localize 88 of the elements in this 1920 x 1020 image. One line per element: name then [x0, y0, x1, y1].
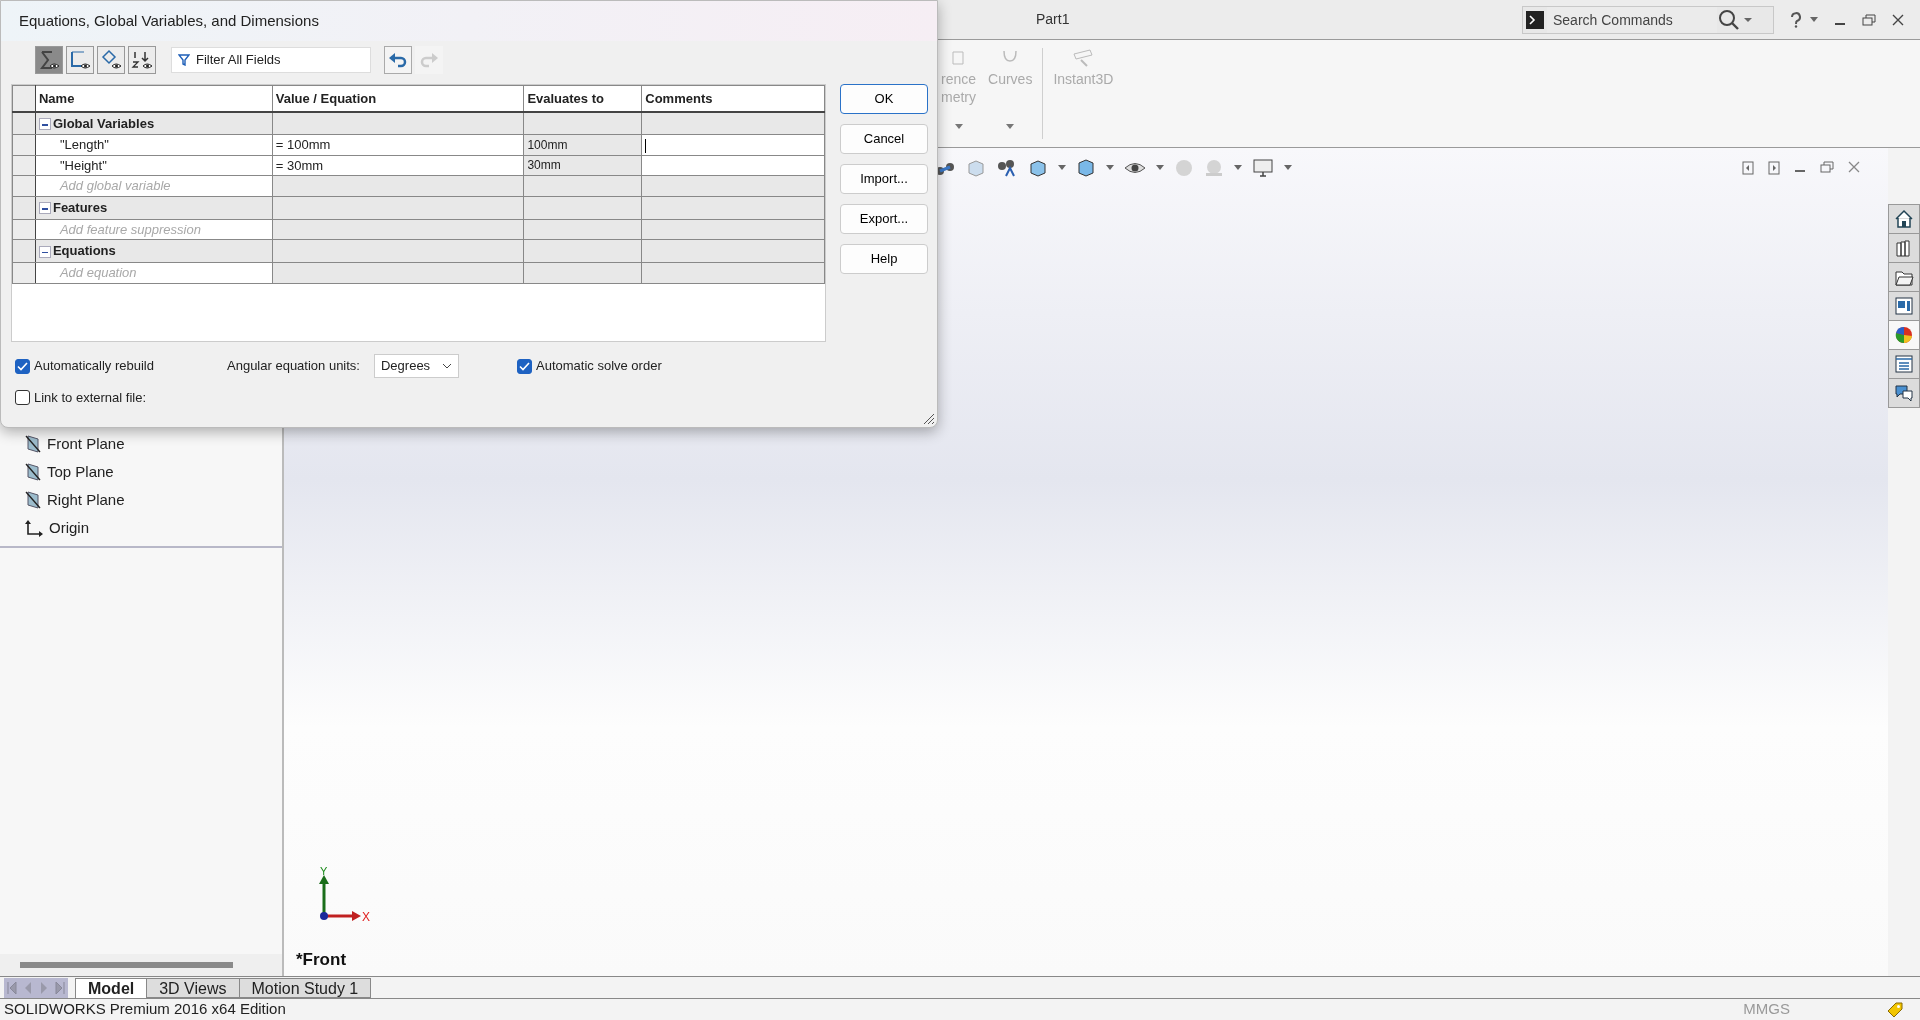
scrollbar-thumb[interactable]: [20, 962, 233, 968]
house-icon: [1894, 209, 1914, 229]
collapse-icon[interactable]: [38, 118, 51, 131]
undo-button[interactable]: [384, 45, 412, 74]
column-header[interactable]: Comments: [641, 85, 825, 112]
caret-icon[interactable]: [1284, 165, 1292, 170]
palette-icon: [1894, 296, 1914, 316]
dialog-button[interactable]: Cancel: [840, 124, 928, 154]
checkbox[interactable]: [15, 390, 30, 406]
task-pane-tab[interactable]: [1888, 204, 1920, 234]
caret-icon[interactable]: [954, 124, 963, 129]
dialog-title: Equations, Global Variables, and Dimensions: [19, 10, 319, 31]
caret-icon[interactable]: [1058, 165, 1066, 170]
caret-icon[interactable]: [1810, 17, 1818, 22]
checkbox-label: Automatically rebuild: [34, 357, 154, 376]
task-pane-tab[interactable]: [1888, 262, 1920, 292]
origin-icon: [25, 519, 43, 537]
checkbox-label: Link to external file:: [34, 389, 146, 407]
dialog-button[interactable]: Import...: [840, 164, 928, 194]
checkbox-label: Automatic solve order: [536, 357, 662, 376]
window-title: Part1: [1036, 10, 1070, 29]
section-title: Equations: [52, 243, 116, 259]
sketch-eye-icon: [69, 48, 91, 71]
tag-icon[interactable]: [1886, 1000, 1904, 1019]
tab[interactable]: Motion Study 1: [238, 978, 372, 998]
task-pane-tab[interactable]: [1888, 291, 1920, 321]
task-pane-tab[interactable]: [1888, 233, 1920, 263]
tab[interactable]: 3D Views: [146, 978, 240, 998]
column-header[interactable]: Name: [35, 85, 273, 112]
text-cursor: [645, 138, 647, 153]
filter-field[interactable]: Filter All Fields: [171, 46, 371, 73]
list-icon: [1894, 354, 1914, 374]
collapse-icon[interactable]: [38, 245, 51, 258]
dialog-button[interactable]: Help: [840, 244, 928, 274]
tree-item[interactable]: Top Plane: [47, 460, 114, 484]
plane-icon: [25, 463, 41, 481]
edition-text: SOLIDWORKS Premium 2016 x64 Edition: [3, 999, 286, 1020]
table-cell: "Length": [35, 134, 273, 155]
task-pane-tab[interactable]: [1888, 378, 1920, 408]
chevron-down-icon: [442, 363, 453, 369]
table-cell: = 30mm: [272, 155, 524, 176]
column-header[interactable]: Value / Equation: [272, 85, 524, 112]
field-label: Angular equation units:: [227, 357, 360, 376]
sigma-eye-icon: [38, 48, 60, 71]
plane-icon: [25, 491, 41, 509]
checkbox[interactable]: [15, 358, 30, 374]
tree-item[interactable]: Front Plane: [47, 432, 125, 456]
panel-left-icon[interactable]: [1742, 160, 1754, 175]
restore-icon[interactable]: [1820, 160, 1834, 173]
dialog-button[interactable]: OK: [840, 84, 928, 114]
view-toggle-button[interactable]: [35, 45, 63, 74]
funnel-icon: [178, 53, 190, 66]
caret-icon[interactable]: [1743, 16, 1753, 23]
tab[interactable]: Model: [75, 978, 148, 998]
view-toggle-button[interactable]: [128, 45, 156, 74]
table-cell: = 100mm: [272, 134, 524, 155]
view-toggle-button[interactable]: [66, 45, 94, 74]
column-header[interactable]: Evaluates to: [523, 85, 642, 112]
resize-grip-icon[interactable]: [923, 413, 935, 425]
view-name-label: *Front: [295, 948, 347, 971]
caret-icon[interactable]: [1006, 124, 1015, 129]
axis-triad-drawing: Y X: [318, 864, 378, 928]
search-bar[interactable]: Search Commands: [1522, 5, 1774, 34]
view-toggle-button[interactable]: [97, 45, 125, 74]
section-title: Features: [52, 199, 108, 215]
help-icon[interactable]: [1790, 11, 1802, 28]
cube-icon[interactable]: [1028, 157, 1048, 178]
caret-icon[interactable]: [1106, 165, 1114, 170]
plane-icon: [25, 435, 41, 453]
units-dropdown[interactable]: Degrees: [374, 354, 460, 378]
dialog-button[interactable]: Export...: [840, 204, 928, 234]
task-pane-tab[interactable]: [1888, 320, 1920, 350]
panel-right-icon[interactable]: [1768, 160, 1780, 175]
caret-icon[interactable]: [1156, 165, 1164, 170]
section-title: Global Variables: [52, 115, 155, 131]
color-ball-icon: [1894, 325, 1914, 345]
dimension-eye-icon: [100, 48, 122, 71]
restore-icon[interactable]: [1862, 13, 1876, 26]
caret-icon[interactable]: [1234, 165, 1242, 170]
close-icon[interactable]: [1892, 13, 1904, 26]
table-cell: "Height": [35, 155, 273, 176]
checkbox[interactable]: [517, 358, 532, 374]
collapse-icon[interactable]: [38, 202, 51, 215]
cube-icon[interactable]: [1076, 157, 1096, 178]
tree-item[interactable]: Right Plane: [47, 488, 125, 512]
chat-icon: [1894, 383, 1914, 403]
tree-item[interactable]: Origin: [49, 516, 89, 540]
monitor-icon[interactable]: [1252, 157, 1274, 178]
